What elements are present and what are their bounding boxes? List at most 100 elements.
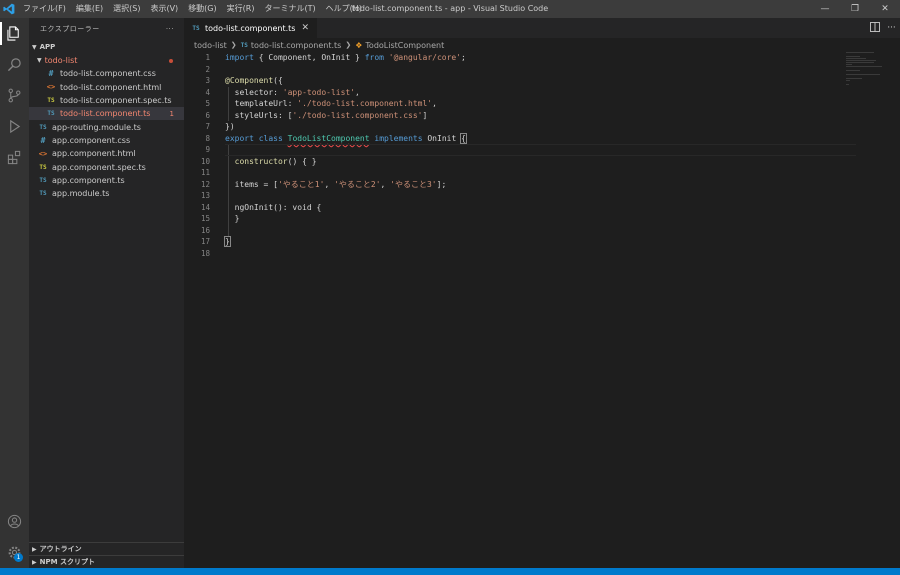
code-token: , [380, 179, 391, 189]
menu-item[interactable]: ターミナル(T) [259, 0, 320, 18]
minimap-line [846, 66, 882, 67]
tree-folder[interactable]: ▼ todo-list [29, 54, 184, 67]
minimap[interactable] [846, 52, 886, 92]
tree-item-label: app.component.html [52, 149, 136, 159]
workspace-folder-header[interactable]: ▼ APP [29, 40, 184, 54]
minimap-line [846, 52, 874, 53]
problem-count-badge: 1 [169, 109, 174, 118]
search-icon[interactable] [0, 49, 29, 80]
source-control-icon[interactable] [0, 80, 29, 111]
chevron-right-icon: ❯ [230, 41, 237, 49]
more-actions-icon[interactable]: ··· [166, 25, 174, 33]
manage-gear-icon[interactable]: 1 [0, 537, 29, 568]
tree-file[interactable]: TS app.component.ts [29, 174, 184, 187]
menu-item[interactable]: 実行(R) [222, 0, 260, 18]
line-number: 9 [205, 145, 210, 155]
code-token: export [225, 133, 254, 143]
tree-item-label: app-routing.module.ts [52, 122, 141, 132]
code-line: 14 ngOnInit(): void { [184, 202, 900, 214]
run-debug-icon[interactable] [0, 111, 29, 142]
code-text: constructor() { } [225, 157, 317, 166]
close-window-button[interactable]: ✕ [870, 0, 900, 18]
more-editor-actions-icon[interactable]: ··· [883, 23, 900, 33]
line-number: 17 [200, 237, 210, 247]
minimap-line [846, 84, 849, 85]
editor-actions: ··· [866, 18, 900, 38]
line-number: 16 [200, 225, 210, 235]
breadcrumb-file[interactable]: todo-list.component.ts [251, 41, 341, 50]
minimap-line [846, 74, 880, 75]
minimap-line [846, 78, 862, 79]
code-line: 13 [184, 190, 900, 202]
extensions-icon[interactable] [0, 142, 29, 173]
close-tab-icon[interactable]: ✕ [301, 23, 309, 33]
line-number: 1 [205, 53, 210, 63]
npm-scripts-section-header[interactable]: ▶ NPM スクリプト [29, 555, 184, 568]
code-token: constructor [234, 156, 288, 166]
spec-file-icon: TS [39, 163, 47, 171]
sidebar-title: エクスプローラー [40, 25, 100, 33]
code-token: { [460, 132, 467, 144]
tree-file[interactable]: TS app.module.ts [29, 187, 184, 200]
code-line: 11 [184, 167, 900, 179]
css-file-icon: # [48, 69, 54, 79]
code-line: 18 [184, 248, 900, 260]
minimize-button[interactable]: — [810, 0, 840, 18]
tree-file[interactable]: TS todo-list.component.ts 1 [29, 107, 184, 121]
breadcrumb-folder[interactable]: todo-list [194, 41, 227, 50]
code-line: 1 import { Component, OnInit } from '@ang… [184, 52, 900, 64]
typescript-file-icon: TS [39, 176, 47, 184]
code-token: '@angular/core' [388, 53, 462, 63]
tree-file[interactable]: # app.component.css [29, 134, 184, 147]
line-number: 18 [200, 248, 210, 258]
tree-item-label: app.component.spec.ts [52, 162, 146, 172]
code-line: 10 constructor() { } [184, 156, 900, 168]
split-editor-icon[interactable] [866, 21, 883, 35]
breadcrumb-symbol[interactable]: TodoListComponent [365, 41, 444, 50]
code-token: 'app-todo-list' [282, 87, 356, 97]
tab-todo-list-component-ts[interactable]: TS todo-list.component.ts ✕ [184, 18, 317, 38]
restore-button[interactable]: ❐ [840, 0, 870, 18]
explorer-icon[interactable] [0, 18, 29, 49]
tree-file[interactable]: <> app.component.html [29, 147, 184, 160]
code-token: @Component [225, 76, 274, 86]
menu-item[interactable]: 選択(S) [108, 0, 145, 18]
code-token: , [432, 99, 437, 109]
minimap-line [846, 56, 860, 57]
outline-section-header[interactable]: ▶ アウトライン [29, 542, 184, 555]
tree-file[interactable]: TS app-routing.module.ts [29, 120, 184, 133]
code-token: ] [422, 110, 428, 120]
menu-item[interactable]: 編集(E) [71, 0, 108, 18]
code-token: 'やること2' [334, 179, 381, 189]
workspace-folder-label: APP [39, 43, 56, 51]
code-token: styleUrls: [ [225, 110, 293, 120]
chevron-right-icon: ❯ [345, 41, 352, 49]
code-token: , [355, 87, 360, 97]
vertical-scrollbar[interactable] [886, 52, 900, 568]
code-token: ngOnInit(): void { [225, 202, 322, 212]
tree-file[interactable]: TS app.component.spec.ts [29, 160, 184, 173]
menu-item[interactable]: ファイル(F) [18, 0, 71, 18]
account-icon[interactable] [0, 506, 29, 537]
code-text: } [225, 214, 240, 223]
chevron-right-icon: ▶ [32, 545, 37, 553]
code-text: ngOnInit(): void { [225, 202, 322, 212]
code-editor[interactable]: 1 import { Component, OnInit } from '@ang… [184, 52, 900, 568]
tree-file[interactable]: <> todo-list.component.html [29, 81, 184, 94]
code-token: from [364, 53, 384, 63]
status-bar [0, 568, 900, 575]
menu-item[interactable]: 移動(G) [183, 0, 221, 18]
line-number: 6 [205, 110, 210, 120]
breadcrumb: todo-list ❯ TS todo-list.component.ts ❯ … [184, 38, 900, 52]
code-token: }) [225, 122, 235, 132]
code-text: } [224, 236, 231, 248]
menu-item[interactable]: 表示(V) [145, 0, 183, 18]
spec-file-icon: TS [47, 97, 55, 105]
tree-file[interactable]: TS todo-list.component.spec.ts [29, 94, 184, 107]
line-number: 3 [205, 76, 210, 86]
tree-item-label: todo-list.component.html [60, 82, 162, 92]
code-text: items = ['やること1', 'やること2', 'やること3']; [225, 179, 447, 190]
menu-item[interactable]: ヘルプ(H) [321, 0, 367, 18]
tree-file[interactable]: # todo-list.component.css [29, 67, 184, 80]
code-line: 2 [184, 64, 900, 76]
